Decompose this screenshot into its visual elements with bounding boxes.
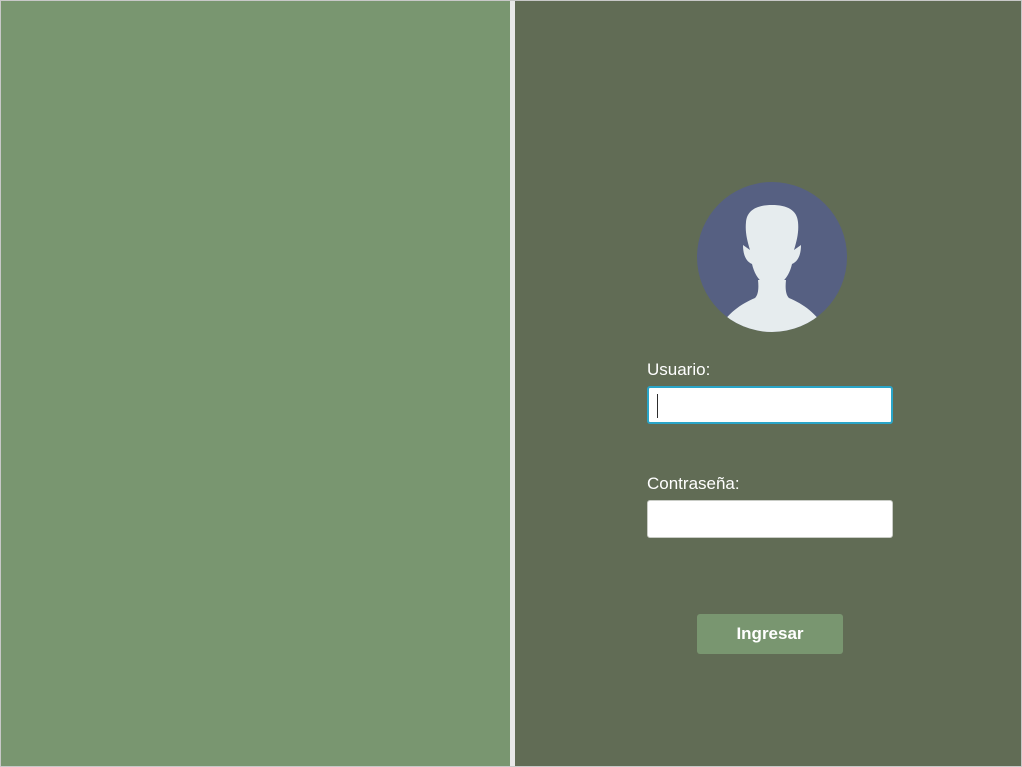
user-silhouette-icon bbox=[697, 182, 847, 332]
username-input[interactable] bbox=[647, 386, 893, 424]
username-label: Usuario: bbox=[647, 360, 711, 379]
password-label: Contraseña: bbox=[647, 474, 740, 493]
login-panel: Usuario: Contraseña: Ingresar bbox=[515, 1, 1021, 766]
login-window: Usuario: Contraseña: Ingresar bbox=[0, 0, 1022, 767]
login-button[interactable]: Ingresar bbox=[697, 614, 843, 654]
password-input[interactable] bbox=[647, 500, 893, 538]
text-cursor bbox=[657, 394, 658, 418]
left-decorative-panel bbox=[1, 1, 510, 766]
